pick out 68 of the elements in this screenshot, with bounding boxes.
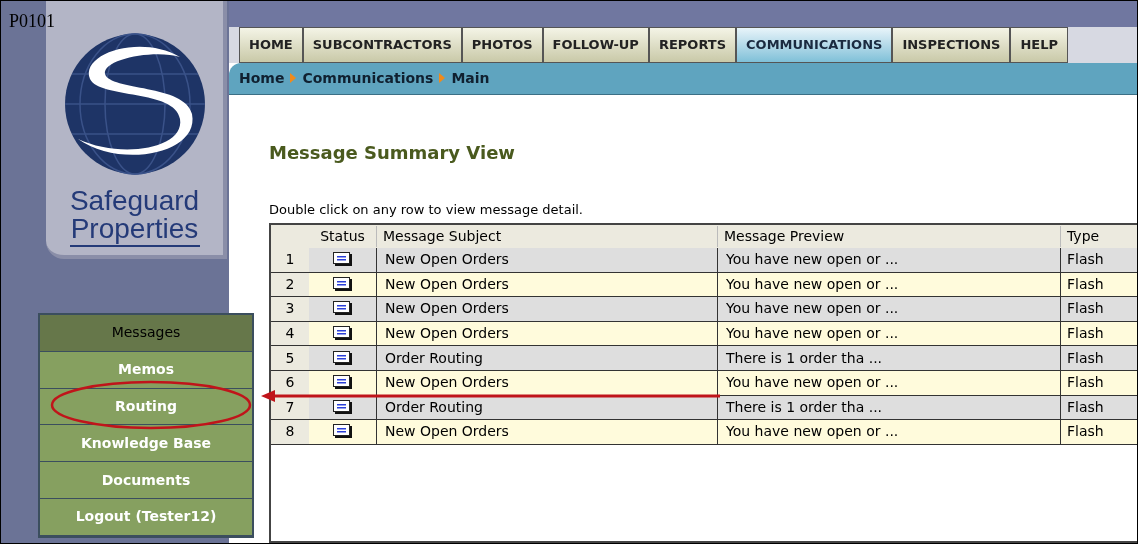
table-cell-text: Flash (1066, 274, 1105, 294)
column-header[interactable]: Message Preview (718, 226, 1061, 247)
column-header[interactable]: Type (1061, 226, 1137, 247)
nav-tab[interactable]: HELP (1010, 27, 1068, 64)
logo-text: Safeguard (69, 187, 200, 215)
nav-tab[interactable]: PHOTOS (461, 27, 543, 64)
message-icon (332, 424, 353, 440)
table-cell: New Open Orders (377, 420, 718, 444)
instruction-text: Double click on any row to view message detail. (269, 200, 584, 219)
row-number: 6 (271, 370, 309, 395)
row-number: 1 (271, 248, 309, 272)
table-cell: You have new open or ... (718, 420, 1061, 444)
table-row[interactable]: 3 New Open Orders You have new open or ... Flash (271, 297, 1137, 322)
table-cell: You have new open or ... (718, 370, 1061, 395)
table-cell: New Open Orders (377, 370, 718, 395)
separator-arrow-icon (290, 73, 297, 84)
table-row[interactable]: 4 New Open Orders You have new open or ... Flash (271, 321, 1137, 347)
message-icon (332, 350, 353, 366)
column-header[interactable]: Message Subject (377, 226, 718, 247)
breadcrumb-link[interactable]: Home (239, 67, 285, 89)
separator-arrow-icon (439, 73, 446, 84)
column-header[interactable]: Status (309, 226, 377, 247)
table-cell: New Open Orders (377, 321, 718, 346)
table-cell-text: Flash (1066, 250, 1105, 270)
table-cell-text: Flash (1066, 348, 1105, 368)
table-cell: There is 1 order tha ... (718, 346, 1061, 370)
message-icon (332, 399, 353, 415)
nav-tab[interactable]: COMMUNICATIONS (736, 27, 893, 64)
row-number: 3 (271, 297, 309, 321)
table-cell: You have new open or ... (718, 272, 1061, 297)
table-row[interactable]: 6 New Open Orders You have new open or ... Flash (271, 370, 1137, 396)
table-cell: You have new open or ... (718, 248, 1061, 272)
nav-tab[interactable]: FOLLOW-UP (542, 27, 649, 64)
row-number: 8 (271, 420, 309, 444)
table-row[interactable]: 1 New Open Orders You have new open or ... Flash (271, 248, 1137, 273)
message-icon (332, 375, 353, 391)
page-heading: Message Summary View (269, 140, 516, 165)
message-icon (332, 276, 353, 292)
row-number: 4 (271, 321, 309, 346)
message-icon (332, 301, 353, 317)
table-cell-text: Flash (1066, 299, 1105, 319)
page-code: P0101 (9, 11, 55, 31)
table-cell-text: Flash (1066, 397, 1105, 417)
nav-tab[interactable]: SUBCONTRACTORS (302, 27, 462, 64)
logo-text: Properties (70, 215, 199, 243)
table-cell: You have new open or ... (718, 297, 1061, 321)
message-icon (332, 326, 353, 342)
table-row[interactable]: 2 New Open Orders You have new open or ... Flash (271, 272, 1137, 298)
table-cell: There is 1 order tha ... (718, 395, 1061, 420)
table-cell-text: Flash (1066, 373, 1105, 393)
table-row[interactable]: 5 Order Routing There is 1 order tha ... Flash (271, 346, 1137, 371)
table-cell: New Open Orders (377, 272, 718, 297)
message-icon (332, 252, 353, 268)
table-row[interactable]: 8 New Open Orders You have new open or ... Flash (271, 420, 1137, 445)
nav-tab[interactable]: REPORTS (648, 27, 737, 64)
nav-tab[interactable]: HOME (239, 27, 303, 64)
breadcrumb-link[interactable]: Main (451, 67, 490, 89)
table-cell: New Open Orders (377, 248, 718, 272)
table-cell: Order Routing (377, 346, 718, 370)
row-number: 2 (271, 272, 309, 297)
menu-item[interactable]: Messages (40, 315, 252, 352)
table-cell-text: Flash (1066, 324, 1105, 344)
table-cell-text: Flash (1066, 422, 1105, 442)
table-cell: You have new open or ... (718, 321, 1061, 346)
row-number: 5 (271, 346, 309, 370)
nav-tab[interactable]: INSPECTIONS (892, 27, 1011, 64)
table-cell: New Open Orders (377, 297, 718, 321)
breadcrumb-link[interactable]: Communications (302, 67, 434, 89)
